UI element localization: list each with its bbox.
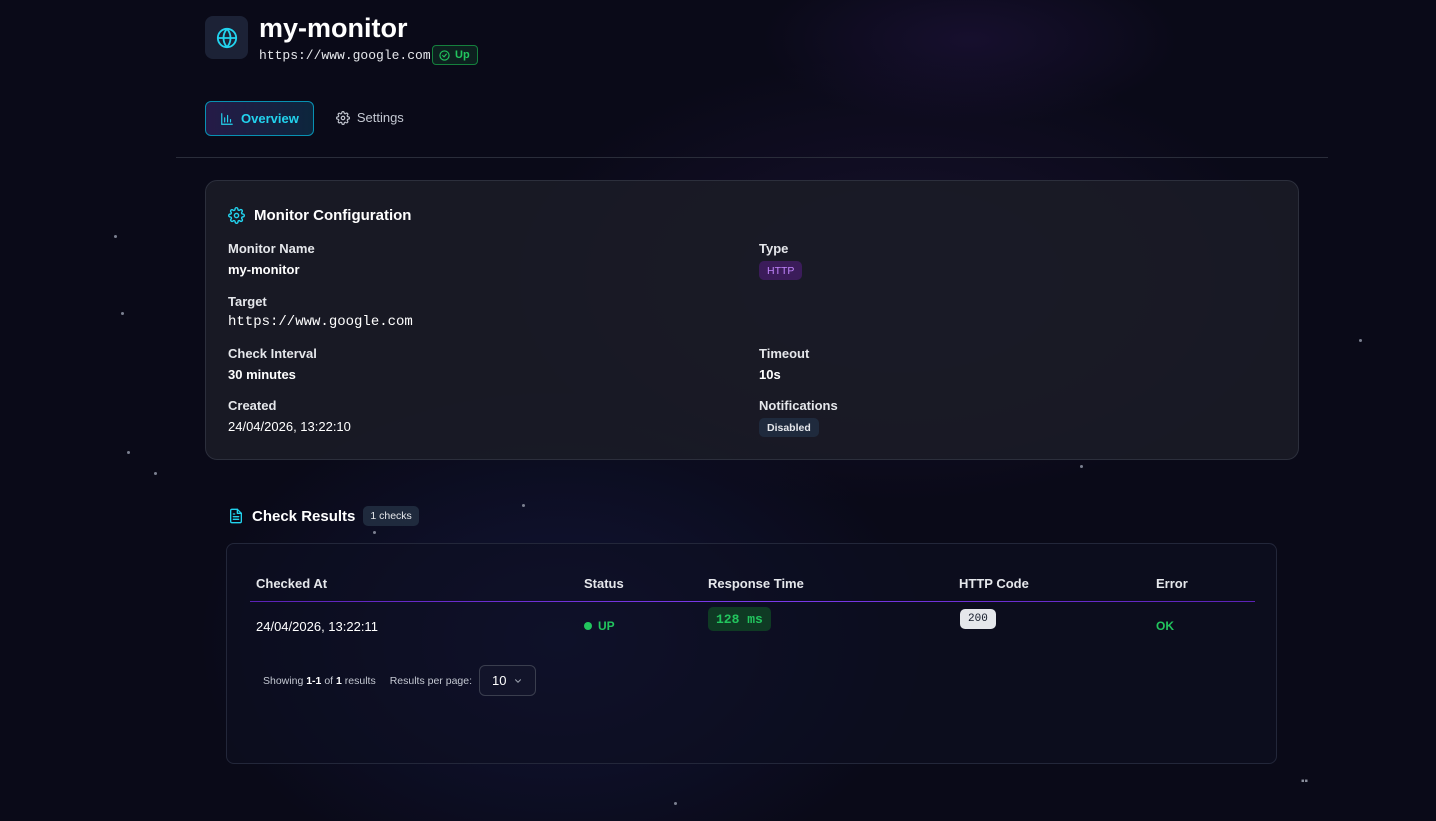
timeout-label: Timeout <box>759 346 810 361</box>
header-divider <box>176 157 1328 158</box>
row-status: UP <box>584 619 615 633</box>
background-star <box>127 451 130 454</box>
target-value: https://www.google.com <box>228 314 413 330</box>
status-badge-label: Up <box>455 49 470 61</box>
row-status-label: UP <box>598 619 615 633</box>
timeout-value: 10s <box>759 367 781 382</box>
check-interval-value: 30 minutes <box>228 367 296 382</box>
check-results-title: Check Results 1 checks <box>228 506 419 526</box>
status-dot-icon <box>584 622 592 630</box>
created-label: Created <box>228 398 277 413</box>
background-star <box>154 472 157 475</box>
tab-bar: Overview Settings <box>205 101 404 136</box>
chevron-down-icon <box>514 678 522 683</box>
column-header-http-code[interactable]: HTTP Code <box>959 576 1029 591</box>
corner-handle-icon: ▪▪ <box>1301 776 1309 787</box>
row-error: OK <box>1156 619 1174 633</box>
gear-icon <box>335 110 350 125</box>
document-icon <box>230 508 242 524</box>
column-header-status[interactable]: Status <box>584 576 624 591</box>
per-page-select[interactable]: 10 <box>479 665 537 696</box>
type-label: Type <box>759 241 789 256</box>
config-title: Monitor Configuration <box>228 207 411 224</box>
checks-count-badge: 1 checks <box>363 506 419 526</box>
check-results-label: Check Results <box>252 507 356 525</box>
per-page-label: Results per page: <box>389 674 473 687</box>
check-interval-label: Check Interval <box>228 346 317 361</box>
background-star <box>114 235 117 238</box>
row-http-code: 200 <box>960 609 996 629</box>
showing-range: 1-1 <box>306 674 322 687</box>
showing-prefix: Showing <box>263 674 304 687</box>
tab-settings[interactable]: Settings <box>335 101 404 134</box>
pagination-summary: Showing 1-1 of 1 results <box>263 675 376 687</box>
config-title-label: Monitor Configuration <box>254 207 412 224</box>
pagination: Showing 1-1 of 1 results Results per pag… <box>263 665 537 696</box>
bar-chart-icon <box>221 112 233 125</box>
monitor-name-value: my-monitor <box>228 262 300 277</box>
showing-suffix: results <box>344 674 376 687</box>
monitor-url: https://www.google.com <box>259 48 431 63</box>
background-star <box>373 531 376 534</box>
showing-of: of <box>324 674 334 687</box>
tab-settings-label: Settings <box>356 110 404 125</box>
row-response-time: 128 ms <box>708 607 771 631</box>
background-star <box>121 312 124 315</box>
column-header-checked-at[interactable]: Checked At <box>256 576 327 591</box>
status-badge: Up <box>432 45 478 65</box>
type-badge: HTTP <box>759 261 803 280</box>
notifications-label: Notifications <box>759 398 838 413</box>
table-header-divider <box>250 601 1255 602</box>
background-star <box>1359 339 1362 342</box>
page-title: my-monitor <box>259 13 408 43</box>
notifications-badge: Disabled <box>759 418 819 437</box>
created-value: 24/04/2026, 13:22:10 <box>228 419 351 434</box>
results-per-page: Results per page: 10 <box>389 665 537 696</box>
tab-overview-label: Overview <box>241 111 299 126</box>
background-star <box>1080 465 1083 468</box>
showing-total: 1 <box>336 674 342 687</box>
background-star <box>522 504 525 507</box>
per-page-value: 10 <box>492 673 507 688</box>
results-table: Checked At Status Response Time HTTP Cod… <box>226 543 1277 764</box>
check-circle-icon <box>439 49 450 61</box>
column-header-error[interactable]: Error <box>1156 576 1188 591</box>
globe-icon <box>205 16 248 59</box>
tab-overview[interactable]: Overview <box>205 101 314 136</box>
monitor-name-label: Monitor Name <box>228 241 315 256</box>
column-header-response-time[interactable]: Response Time <box>708 576 804 591</box>
monitor-configuration-card: Monitor Configuration Monitor Name my-mo… <box>205 180 1299 460</box>
background-star <box>674 802 677 805</box>
row-checked-at: 24/04/2026, 13:22:11 <box>256 619 378 634</box>
gear-icon <box>228 207 245 224</box>
target-label: Target <box>228 294 267 309</box>
